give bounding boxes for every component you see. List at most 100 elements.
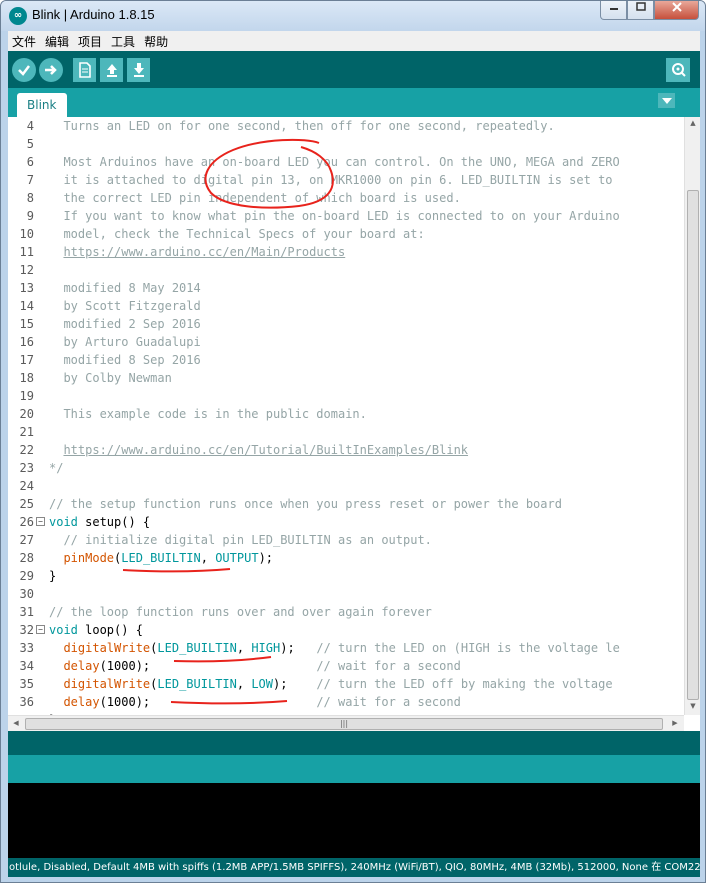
maximize-button[interactable]	[627, 1, 654, 20]
tab-blink[interactable]: Blink	[17, 93, 67, 117]
close-icon	[671, 2, 682, 12]
line-number: 6	[26, 155, 34, 169]
status-bar	[8, 731, 700, 755]
code-line[interactable]: 20 This example code is in the public do…	[8, 405, 684, 423]
console-output[interactable]	[8, 783, 700, 858]
menu-help[interactable]: 帮助	[144, 33, 168, 50]
code-line[interactable]: 16 by Arturo Guadalupi	[8, 333, 684, 351]
fold-toggle-icon[interactable]: −	[36, 517, 45, 526]
line-number: 7	[26, 173, 34, 187]
vertical-scroll-thumb[interactable]	[687, 190, 699, 700]
code-line[interactable]: 32− void loop() {	[8, 621, 684, 639]
code-line[interactable]: 14 by Scott Fitzgerald	[8, 297, 684, 315]
menu-edit[interactable]: 编辑	[45, 33, 69, 50]
scroll-right-icon[interactable]: ▶	[668, 719, 682, 727]
line-number: 22	[19, 443, 34, 457]
code-line[interactable]: 26− void setup() {	[8, 513, 684, 531]
line-number: 20	[19, 407, 34, 421]
window-title: Blink | Arduino 1.8.15	[32, 7, 155, 22]
line-number: 4	[26, 119, 34, 133]
code-line[interactable]: 6 Most Arduinos have an on-board LED you…	[8, 153, 684, 171]
code-text: digitalWrite(LED_BUILTIN, LOW); // turn …	[63, 677, 613, 691]
board-info: otlule, Disabled, Default 4MB with spiff…	[8, 858, 700, 877]
code-line[interactable]: 19	[8, 387, 684, 405]
code-editor[interactable]: 4 Turns an LED on for one second, then o…	[8, 117, 700, 731]
scroll-down-icon[interactable]: ▼	[686, 702, 700, 710]
line-number: 28	[19, 551, 34, 565]
line-number: 15	[19, 317, 34, 331]
code-line[interactable]: 5	[8, 135, 684, 153]
upload-button[interactable]	[39, 57, 63, 82]
scroll-up-icon[interactable]: ▲	[686, 119, 700, 127]
fold-toggle-icon[interactable]: −	[36, 625, 45, 634]
minimize-button[interactable]	[600, 1, 627, 20]
code-line[interactable]: 13 modified 8 May 2014	[8, 279, 684, 297]
code-text: Turns an LED on for one second, then off…	[49, 119, 555, 133]
line-number: 17	[19, 353, 34, 367]
menu-sketch[interactable]: 项目	[78, 33, 102, 50]
code-line[interactable]: 22 https://www.arduino.cc/en/Tutorial/Bu…	[8, 441, 684, 459]
new-button[interactable]	[73, 57, 96, 82]
scroll-left-icon[interactable]: ◀	[9, 719, 23, 727]
line-number: 30	[19, 587, 34, 601]
line-number: 23	[19, 461, 34, 475]
line-number: 26	[19, 515, 34, 529]
code-text: pinMode(LED_BUILTIN, OUTPUT);	[63, 551, 274, 565]
serial-monitor-icon	[672, 63, 686, 77]
code-text: https://www.arduino.cc/en/Tutorial/Built…	[63, 443, 469, 457]
code-text: modified 2 Sep 2016	[49, 317, 201, 331]
verify-icon	[18, 64, 30, 76]
line-number: 24	[19, 479, 34, 493]
code-line[interactable]: 25 // the setup function runs once when y…	[8, 495, 684, 513]
code-line[interactable]: 9 If you want to know what pin the on-bo…	[8, 207, 684, 225]
code-line[interactable]: 27 // initialize digital pin LED_BUILTIN…	[8, 531, 684, 549]
menu-tools[interactable]: 工具	[111, 33, 135, 50]
code-line[interactable]: 24	[8, 477, 684, 495]
code-line[interactable]: 10 model, check the Technical Specs of y…	[8, 225, 684, 243]
code-line[interactable]: 34 delay(1000); // wait for a second	[8, 657, 684, 675]
code-line[interactable]: 35 digitalWrite(LED_BUILTIN, LOW); // tu…	[8, 675, 684, 693]
code-line[interactable]: 28 pinMode(LED_BUILTIN, OUTPUT);	[8, 549, 684, 567]
code-line[interactable]: 7 it is attached to digital pin 13, on M…	[8, 171, 684, 189]
minimize-icon	[609, 8, 618, 10]
code-line[interactable]: 36 delay(1000); // wait for a second	[8, 693, 684, 711]
line-number: 9	[26, 209, 34, 223]
serial-monitor-button[interactable]	[666, 58, 690, 82]
code-line[interactable]: 4 Turns an LED on for one second, then o…	[8, 117, 684, 135]
menu-file[interactable]: 文件	[12, 33, 36, 50]
code-line[interactable]: 18 by Colby Newman	[8, 369, 684, 387]
line-number: 33	[19, 641, 34, 655]
code-line[interactable]: 8 the correct LED pin independent of whi…	[8, 189, 684, 207]
code-text: delay(1000); // wait for a second	[63, 659, 461, 673]
code-line[interactable]: 29}	[8, 567, 684, 585]
code-line[interactable]: 30	[8, 585, 684, 603]
menu-bar: 文件 编辑 项目 工具 帮助	[8, 31, 700, 51]
line-number: 31	[19, 605, 34, 619]
line-number: 13	[19, 281, 34, 295]
code-line[interactable]: 17 modified 8 Sep 2016	[8, 351, 684, 369]
code-line[interactable]: 15 modified 2 Sep 2016	[8, 315, 684, 333]
tab-menu-button[interactable]	[658, 93, 675, 108]
code-line[interactable]: 33 digitalWrite(LED_BUILTIN, HIGH); // t…	[8, 639, 684, 657]
message-bar	[8, 755, 700, 783]
code-line[interactable]: 23 */	[8, 459, 684, 477]
code-text: it is attached to digital pin 13, on MKR…	[49, 173, 613, 187]
line-number: 10	[19, 227, 34, 241]
line-number: 11	[19, 245, 34, 259]
window-controls	[600, 1, 699, 21]
code-line[interactable]: 12	[8, 261, 684, 279]
code-line[interactable]: 31 // the loop function runs over and ove…	[8, 603, 684, 621]
open-button[interactable]	[100, 57, 123, 82]
vertical-scrollbar[interactable]: ▲ ▼	[684, 117, 700, 715]
horizontal-scrollbar[interactable]: ◀ ||| ▶	[8, 715, 684, 731]
close-button[interactable]	[654, 1, 699, 20]
code-text: modified 8 May 2014	[49, 281, 201, 295]
verify-button[interactable]	[12, 57, 36, 82]
code-line[interactable]: 11 https://www.arduino.cc/en/Main/Produc…	[8, 243, 684, 261]
code-line[interactable]: 21	[8, 423, 684, 441]
horizontal-scroll-thumb[interactable]: |||	[25, 718, 663, 730]
code-text: */	[49, 461, 64, 475]
save-button[interactable]	[127, 57, 150, 82]
title-bar[interactable]: ∞ Blink | Arduino 1.8.15	[1, 1, 705, 31]
line-number: 27	[19, 533, 34, 547]
